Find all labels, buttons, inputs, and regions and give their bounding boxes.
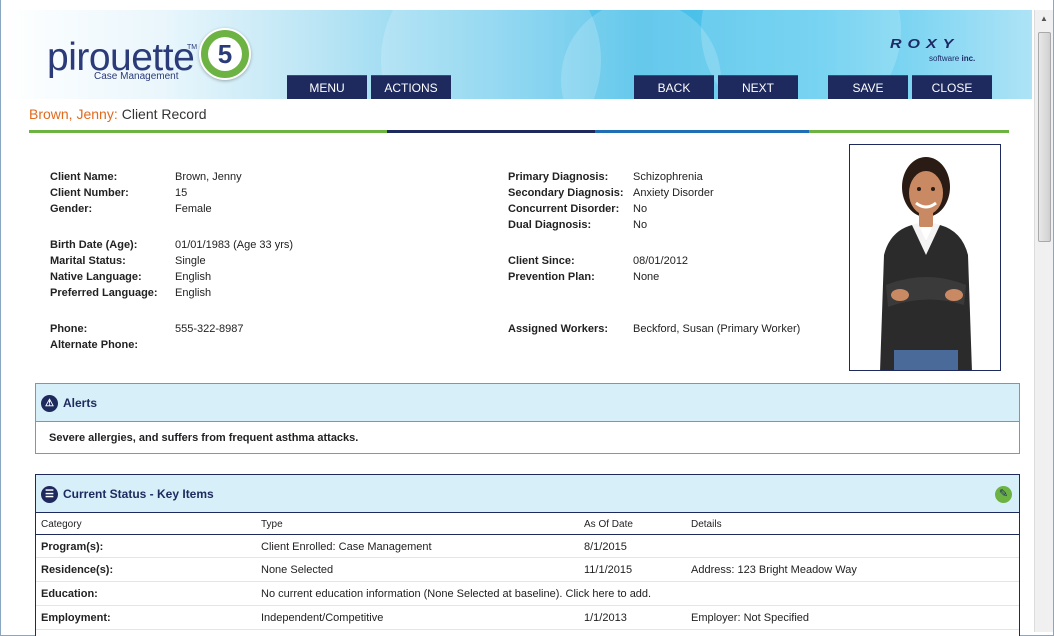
warning-icon: ⚠	[41, 395, 58, 412]
gender-value: Female	[175, 203, 212, 215]
alert-text: Severe allergies, and suffers from frequ…	[49, 432, 359, 444]
prevention-plan-label: Prevention Plan:	[508, 271, 595, 283]
close-button[interactable]: CLOSE	[912, 75, 992, 99]
client-name-label: Client Name:	[50, 171, 118, 183]
person-avatar-icon	[850, 145, 1000, 370]
column-header-date: As Of Date	[584, 519, 633, 530]
scrollbar-thumb[interactable]	[1038, 32, 1051, 242]
status-title: Current Status - Key Items	[63, 487, 214, 501]
concurrent-disorder-value: No	[633, 203, 648, 215]
row-type: Client Enrolled: Case Management	[261, 541, 432, 553]
row-type: Independent/Competitive	[261, 612, 384, 624]
prevention-plan-value: None	[633, 271, 660, 283]
next-button[interactable]: NEXT	[718, 75, 798, 99]
version-badge-icon: 5	[199, 28, 251, 80]
secondary-diagnosis-value: Anxiety Disorder	[633, 187, 714, 199]
title-divider	[29, 130, 387, 133]
menu-button[interactable]: MENU	[287, 75, 367, 99]
vendor-logo: ROXY	[890, 37, 960, 52]
gender-label: Gender:	[50, 203, 93, 215]
row-date: 11/1/2015	[584, 564, 633, 576]
assigned-workers-label: Assigned Workers:	[508, 323, 609, 335]
table-row[interactable]: Education: No current education informat…	[36, 582, 1019, 606]
concurrent-disorder-label: Concurrent Disorder:	[508, 203, 620, 215]
table-row[interactable]: Employment: Independent/Competitive 1/1/…	[36, 606, 1019, 630]
row-date: 8/1/2015	[584, 541, 627, 553]
client-number-label: Client Number:	[50, 187, 129, 199]
version-number: 5	[208, 37, 242, 71]
column-header-category: Category	[41, 519, 82, 530]
row-details: Address: 123 Bright Meadow Way	[691, 564, 857, 576]
client-photo	[849, 144, 1001, 371]
alerts-title: Alerts	[63, 396, 98, 410]
page-title: Brown, Jenny: Client Record	[29, 106, 207, 122]
client-name-title: Brown, Jenny:	[29, 106, 118, 122]
list-icon: ☰	[41, 486, 58, 503]
education-add-link[interactable]: No current education information (None S…	[261, 588, 651, 600]
table-row[interactable]: Program(s): Client Enrolled: Case Manage…	[36, 534, 1019, 558]
column-header-type: Type	[261, 519, 283, 530]
app-logo-trademark: TM	[187, 44, 198, 51]
native-language-value: English	[175, 271, 212, 283]
column-header-details: Details	[691, 519, 722, 530]
record-title: Client Record	[121, 106, 207, 122]
marital-status-label: Marital Status:	[50, 255, 126, 267]
row-details: Employer: Not Specified	[691, 612, 809, 624]
client-since-label: Client Since:	[508, 255, 575, 267]
vendor-sub-prefix: software	[929, 54, 960, 63]
birth-date-value: 01/01/1983 (Age 33 yrs)	[175, 239, 294, 251]
title-divider	[387, 130, 595, 133]
alternate-phone-label: Alternate Phone:	[50, 339, 139, 351]
row-type: None Selected	[261, 564, 334, 576]
dual-diagnosis-value: No	[633, 219, 648, 231]
client-number-value: 15	[175, 187, 188, 199]
client-since-value: 08/01/2012	[633, 255, 689, 267]
app-header: pirouette TM Case Management 5 ROXY soft…	[1, 10, 1032, 99]
client-name-value: Brown, Jenny	[175, 171, 242, 183]
status-header: ☰ Current Status - Key Items ✎	[36, 475, 1019, 513]
row-category: Education:	[41, 588, 98, 600]
vendor-subtitle: software inc.	[929, 54, 975, 63]
secondary-diagnosis-label: Secondary Diagnosis:	[508, 187, 624, 199]
preferred-language-value: English	[175, 287, 212, 299]
actions-button[interactable]: ACTIONS	[371, 75, 451, 99]
row-category: Employment:	[41, 612, 111, 624]
scroll-up-icon[interactable]: ▲	[1037, 12, 1051, 26]
back-button[interactable]: BACK	[634, 75, 714, 99]
alerts-header: ⚠ Alerts	[36, 384, 1019, 422]
phone-label: Phone:	[50, 323, 88, 335]
wrench-icon[interactable]: ✎	[995, 486, 1012, 503]
current-status-panel: ☰ Current Status - Key Items ✎ Category …	[35, 474, 1020, 636]
app-logo-subtitle: Case Management	[94, 71, 179, 82]
phone-value: 555-322-8987	[175, 323, 244, 335]
marital-status-value: Single	[175, 255, 206, 267]
title-divider	[809, 130, 1009, 133]
row-category: Residence(s):	[41, 564, 114, 576]
preferred-language-label: Preferred Language:	[50, 287, 158, 299]
native-language-label: Native Language:	[50, 271, 142, 283]
title-divider	[595, 130, 809, 133]
vendor-sub-suffix: inc.	[961, 54, 976, 63]
assigned-workers-value: Beckford, Susan (Primary Worker)	[633, 323, 801, 335]
dual-diagnosis-label: Dual Diagnosis:	[508, 219, 592, 231]
save-button[interactable]: SAVE	[828, 75, 908, 99]
table-row[interactable]: Residence(s): None Selected 11/1/2015 Ad…	[36, 558, 1019, 582]
primary-diagnosis-value: Schizophrenia	[633, 171, 703, 183]
vertical-scrollbar[interactable]: ▲	[1034, 10, 1053, 632]
row-category: Program(s):	[41, 541, 104, 553]
alerts-panel: ⚠ Alerts Severe allergies, and suffers f…	[35, 383, 1020, 454]
primary-diagnosis-label: Primary Diagnosis:	[508, 171, 609, 183]
birth-date-label: Birth Date (Age):	[50, 239, 138, 251]
row-date: 1/1/2013	[584, 612, 627, 624]
